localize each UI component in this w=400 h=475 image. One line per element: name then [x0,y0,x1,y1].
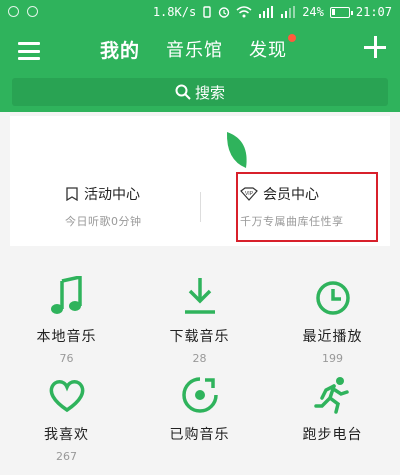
tab-music-hall[interactable]: 音乐馆 [166,36,223,63]
search-input[interactable]: 搜索 [12,78,388,106]
feature-grid: 本地音乐 76 下载音乐 28 最近播放 199 我喜欢 267 已购音乐 跑步… [0,262,400,475]
status-bar: 1.8K/s 24% 21:07 [0,0,400,26]
network-speed: 1.8K/s [152,5,197,19]
battery-percent: 24% [302,5,324,19]
vibrate-icon [203,6,211,18]
purchased-disc-icon [181,377,218,413]
add-icon[interactable] [364,36,386,58]
bookmark-icon [66,187,78,201]
status-left-icons [8,6,38,17]
app-header: 我的 音乐馆 发现 [0,26,400,76]
activity-title: 活动中心 [84,187,140,203]
clock-time: 21:07 [355,5,392,19]
grid-item-count: 199 [322,352,343,365]
heart-icon [49,380,84,413]
search-icon [175,84,191,100]
grid-item-count: 76 [59,352,74,365]
menu-icon[interactable] [18,42,40,60]
grid-item-recent[interactable]: 最近播放 199 [266,272,399,365]
search-placeholder: 搜索 [194,83,225,102]
alarm-icon [218,7,230,18]
notification-icon [27,6,38,17]
download-icon [184,278,215,314]
grid-item-label: 下载音乐 [169,329,230,345]
grid-item-count: 267 [56,450,77,463]
grid-item-label: 跑步电台 [302,427,363,443]
running-icon [313,377,349,414]
status-right: 1.8K/s 24% 21:07 [153,5,392,19]
grid-item-label: 我喜欢 [44,427,89,443]
tab-label: 发现 [249,40,288,61]
tab-discover[interactable]: 发现 [249,34,297,63]
grid-item-local-music[interactable]: 本地音乐 76 [0,272,133,365]
grid-item-count: 28 [192,352,207,365]
signal-icon [281,6,296,18]
search-area: 搜索 [0,76,400,112]
grid-item-favorites[interactable]: 我喜欢 267 [0,370,133,463]
signal-icon [259,6,274,18]
tab-my[interactable]: 我的 [100,36,140,63]
tab-label: 我的 [100,40,141,62]
grid-item-running-radio[interactable]: 跑步电台 [266,370,399,450]
wifi-icon [236,6,252,18]
grid-item-label: 最近播放 [302,329,363,345]
tab-label: 音乐馆 [166,40,224,61]
activity-sub: 今日听歌0分钟 [65,215,142,228]
grid-item-label: 已购音乐 [169,427,230,443]
divider [200,192,201,222]
clock-icon [315,281,350,315]
highlight-box [236,172,378,242]
music-note-icon [50,276,82,314]
battery-level [331,8,336,15]
notification-icon [8,6,19,17]
grid-item-downloads[interactable]: 下载音乐 28 [133,272,266,365]
leaf-decoration-icon [226,132,247,168]
main-tabs: 我的 音乐馆 发现 [100,34,297,63]
activity-center[interactable]: 活动中心 今日听歌0分钟 [65,184,142,229]
battery-icon [329,6,353,18]
grid-item-purchased[interactable]: 已购音乐 [133,370,266,450]
notification-dot [288,34,297,42]
grid-item-label: 本地音乐 [36,329,97,345]
